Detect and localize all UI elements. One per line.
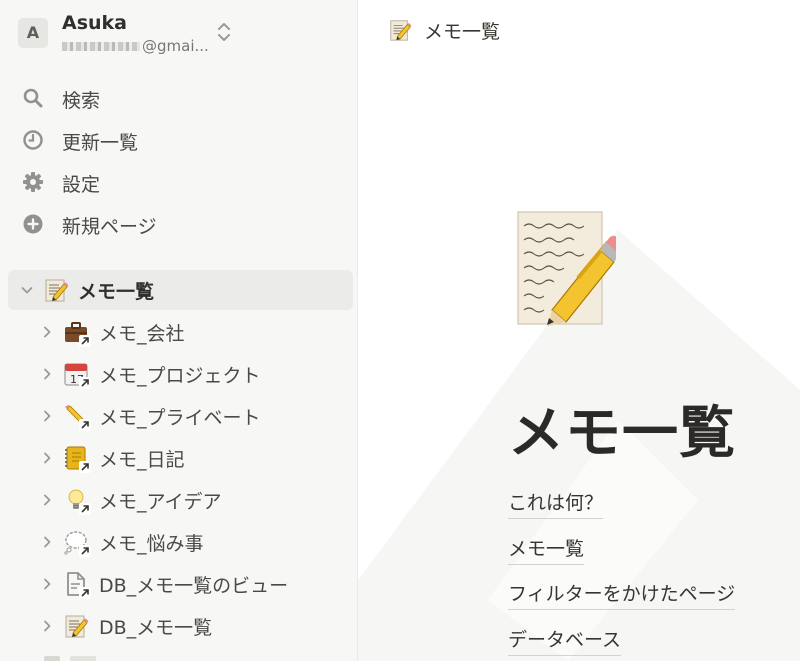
chevron-right-icon[interactable] <box>40 577 54 591</box>
link-database[interactable]: データベース <box>508 625 622 656</box>
chevron-up-down-icon[interactable] <box>214 20 234 44</box>
nav-settings[interactable]: 設定 <box>12 164 348 200</box>
search-icon <box>23 88 43 108</box>
sidebar-page-memo-worries[interactable]: メモ_悩み事 <box>8 522 353 562</box>
clock-icon <box>23 130 43 150</box>
chevron-right-icon[interactable] <box>40 451 54 465</box>
chevron-right-icon[interactable] <box>40 535 54 549</box>
sidebar-page-memo-private[interactable]: メモ_プライベート <box>8 396 353 436</box>
link-memo-list[interactable]: メモ一覧 <box>508 534 585 565</box>
link-arrow-icon <box>79 545 91 557</box>
pencil-icon <box>63 403 91 431</box>
briefcase-icon <box>63 319 91 347</box>
sidebar-page-memo-diary[interactable]: メモ_日記 <box>8 438 353 478</box>
sidebar-page-label: メモ_日記 <box>99 449 185 471</box>
workspace-email: @gmai... <box>62 37 209 55</box>
chevron-down-icon[interactable] <box>20 283 34 297</box>
link-arrow-icon <box>79 377 91 389</box>
lightbulb-icon <box>63 487 91 515</box>
chevron-right-icon[interactable] <box>40 367 54 381</box>
document-icon <box>63 571 91 599</box>
nav-search[interactable]: 検索 <box>12 80 348 116</box>
sidebar-page-db-memo-view[interactable]: DB_メモ一覧のビュー <box>8 564 353 604</box>
chevron-right-icon[interactable] <box>40 619 54 633</box>
sidebar-page-label: DB_メモ一覧のビュー <box>99 575 289 597</box>
main-content: メモ一覧 メモ一覧 これは何？ メモ一覧 フィルターをかけたページ データベース <box>358 0 800 661</box>
sidebar-page-label: メモ一覧 <box>78 281 155 303</box>
sidebar-page-memo-company[interactable]: メモ_会社 <box>8 312 353 352</box>
sidebar-page-label: メモ_プロジェクト <box>99 365 261 387</box>
breadcrumb-label: メモ一覧 <box>424 21 501 43</box>
workspace-switcher[interactable]: A Asuka @gmai... <box>18 12 348 56</box>
link-filtered-page[interactable]: フィルターをかけたページ <box>508 579 736 610</box>
page-memo-icon[interactable] <box>516 210 616 328</box>
sidebar-page-label: メモ_悩み事 <box>99 533 204 555</box>
sidebar: A Asuka @gmai... 検索 更新一覧 設定 新規ページ メモ一覧 メ… <box>0 0 358 661</box>
sidebar-page-memo-idea[interactable]: メモ_アイデア <box>8 480 353 520</box>
sidebar-page-label: メモ_プライベート <box>99 407 261 429</box>
nav-updates-label: 更新一覧 <box>62 132 139 154</box>
memo-icon <box>63 613 89 639</box>
link-arrow-icon <box>79 335 91 347</box>
sidebar-page-label: メモ_アイデア <box>99 491 222 513</box>
link-arrow-icon <box>79 461 91 473</box>
sidebar-page-partial <box>40 652 100 661</box>
memo-icon <box>390 20 412 41</box>
sidebar-page-label: DB_メモ一覧 <box>99 617 213 639</box>
link-arrow-icon <box>79 419 91 431</box>
email-redaction <box>62 42 140 51</box>
nav-settings-label: 設定 <box>62 174 101 196</box>
nav-new-page[interactable]: 新規ページ <box>12 206 348 242</box>
sidebar-page-memo-project[interactable]: 17 メモ_プロジェクト <box>8 354 353 394</box>
memo-icon <box>45 279 69 302</box>
sidebar-page-label: メモ_会社 <box>99 323 185 345</box>
nav-updates[interactable]: 更新一覧 <box>12 122 348 158</box>
sidebar-page-db-memo-list[interactable]: DB_メモ一覧 <box>8 606 353 646</box>
nav-new-page-label: 新規ページ <box>62 216 157 238</box>
nav-search-label: 検索 <box>62 90 101 112</box>
workspace-email-text: @gmai... <box>142 37 209 55</box>
link-what-is-this[interactable]: これは何？ <box>508 488 604 519</box>
notebook-icon <box>63 445 91 473</box>
gear-icon <box>23 172 43 192</box>
chevron-right-icon[interactable] <box>40 493 54 507</box>
calendar-icon: 17 <box>63 361 91 389</box>
workspace-avatar: A <box>18 18 48 48</box>
sidebar-page-memo-list[interactable]: メモ一覧 <box>8 270 353 310</box>
link-arrow-icon <box>79 503 91 515</box>
plus-circle-icon <box>23 214 43 234</box>
chevron-right-icon[interactable] <box>40 409 54 423</box>
workspace-name: Asuka <box>62 12 127 34</box>
link-arrow-icon <box>79 587 91 599</box>
chevron-right-icon[interactable] <box>40 325 54 339</box>
page-title: メモ一覧 <box>508 401 736 466</box>
thought-balloon-icon <box>63 529 91 557</box>
